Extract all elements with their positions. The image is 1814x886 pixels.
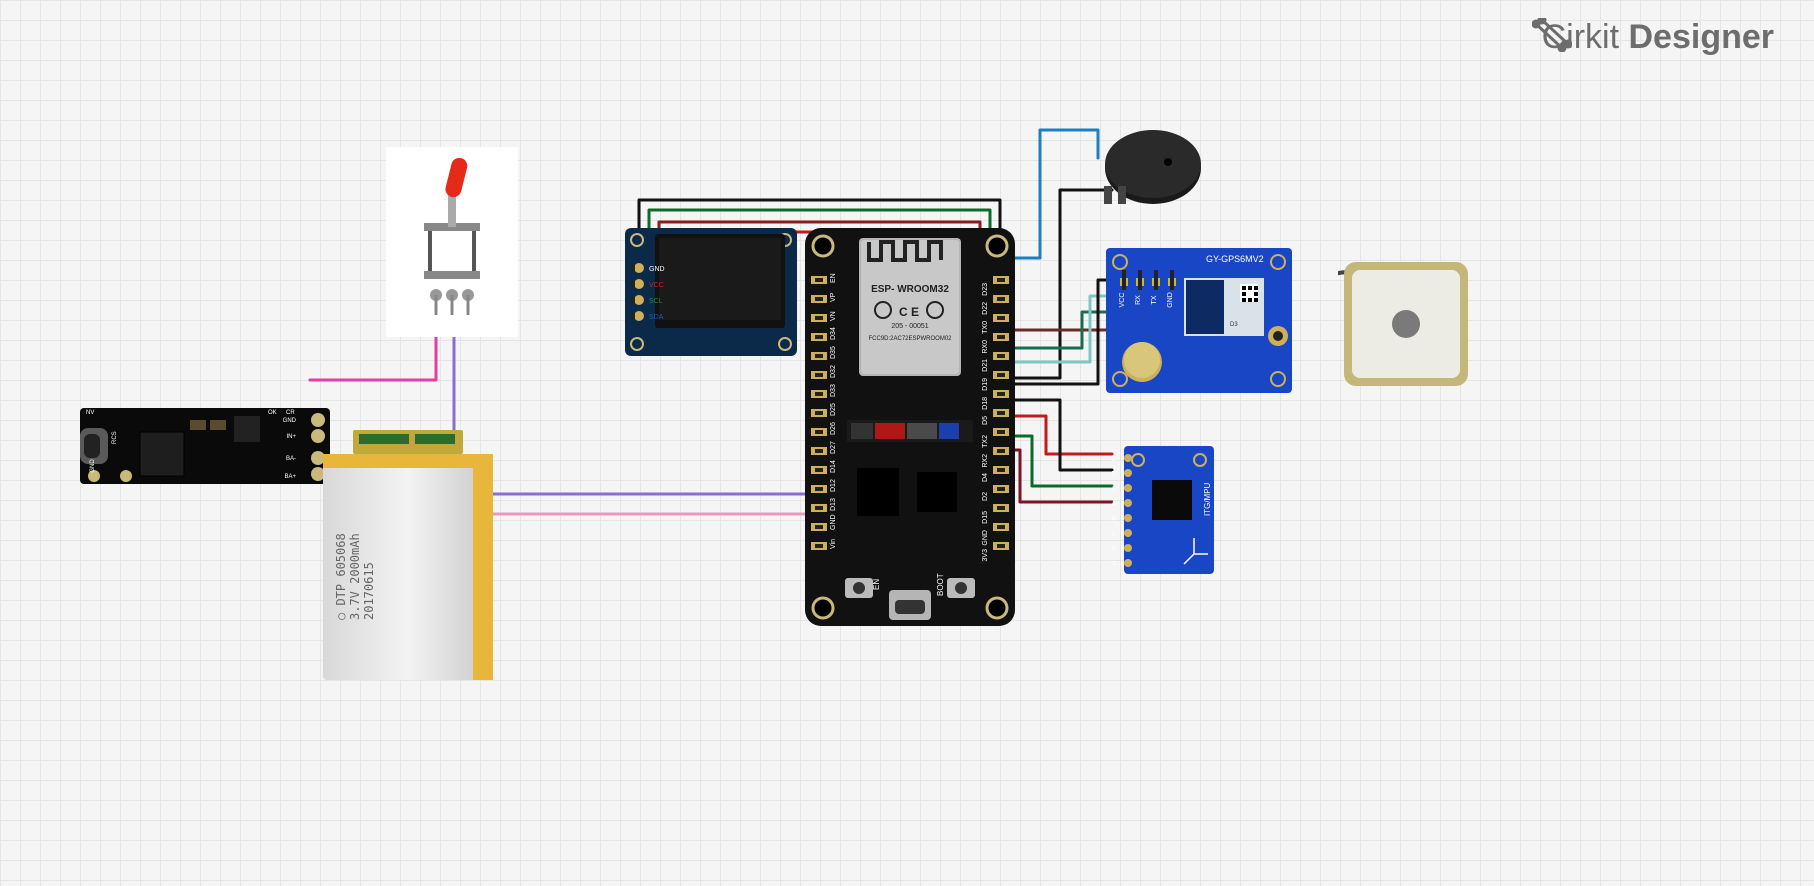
svg-text:SCL: SCL [1112, 486, 1116, 493]
svg-text:○ DTP 605068: ○ DTP 605068 [334, 533, 348, 620]
svg-text:D4: D4 [982, 473, 989, 482]
svg-text:XCL: XCL [1112, 531, 1116, 538]
svg-text:D21: D21 [982, 359, 989, 372]
svg-text:XDA: XDA [1112, 516, 1116, 523]
svg-text:GND: GND [90, 459, 96, 473]
svg-text:D33: D33 [830, 384, 837, 397]
svg-text:C E: C E [899, 305, 919, 319]
svg-text:FCC9D:2AC72ESPWROOM02: FCC9D:2AC72ESPWROOM02 [868, 336, 952, 342]
svg-text:GND: GND [1112, 471, 1116, 478]
esp32-shield-label: ESP- WROOM32 [871, 284, 949, 295]
svg-text:GND: GND [1167, 292, 1174, 308]
wire-battery-to-esp-vin [470, 480, 820, 514]
svg-text:EN: EN [872, 579, 881, 590]
svg-text:D22: D22 [982, 302, 989, 315]
svg-text:RX: RX [1135, 295, 1142, 305]
svg-text:AD0: AD0 [1112, 546, 1116, 553]
svg-text:BA-: BA- [286, 456, 296, 462]
svg-text:GND: GND [649, 266, 665, 273]
svg-text:20170615: 20170615 [362, 562, 376, 620]
svg-text:CR: CR [286, 410, 295, 416]
svg-text:D32: D32 [830, 365, 837, 378]
wire-buzzer-gnd [1002, 190, 1112, 378]
svg-text:GND: GND [982, 530, 989, 546]
svg-text:ITG/MPU: ITG/MPU [1203, 482, 1212, 516]
wire-buzzer-sig [1002, 130, 1098, 258]
svg-text:D27: D27 [830, 441, 837, 454]
wire-imu-sda [1002, 450, 1112, 502]
svg-text:BOOT: BOOT [936, 573, 945, 596]
svg-text:VCC: VCC [1119, 293, 1126, 308]
svg-text:SDA: SDA [1112, 501, 1116, 508]
svg-text:205 - 00051: 205 - 00051 [891, 323, 928, 330]
svg-text:VP: VP [830, 292, 837, 302]
svg-text:INT: INT [1112, 561, 1117, 568]
svg-text:GND: GND [830, 514, 837, 530]
svg-text:RX0: RX0 [982, 340, 989, 354]
svg-text:D13: D13 [830, 498, 837, 511]
svg-text:D2: D2 [982, 492, 989, 501]
svg-text:TX0: TX0 [982, 321, 989, 334]
svg-text:D14: D14 [830, 460, 837, 473]
svg-text:3.7V 2000mAh: 3.7V 2000mAh [348, 533, 362, 620]
svg-text:D15: D15 [982, 511, 989, 524]
svg-text:NV: NV [86, 410, 94, 416]
svg-text:EN: EN [830, 273, 837, 283]
svg-text:GY-GPS6MV2: GY-GPS6MV2 [1206, 254, 1264, 264]
svg-text:OK: OK [268, 410, 277, 416]
svg-text:TX: TX [1151, 295, 1158, 304]
svg-text:SCL: SCL [649, 298, 663, 305]
svg-text:BA+: BA+ [284, 474, 296, 480]
svg-text:RX2: RX2 [982, 454, 989, 468]
svg-text:VN: VN [830, 311, 837, 321]
svg-text:3V3: 3V3 [982, 549, 989, 562]
svg-text:D18: D18 [982, 397, 989, 410]
svg-text:VCC: VCC [649, 282, 664, 289]
svg-text:D3: D3 [1230, 322, 1238, 328]
svg-text:Vin: Vin [830, 539, 837, 549]
svg-text:D23: D23 [982, 283, 989, 296]
svg-text:D25: D25 [830, 403, 837, 416]
svg-text:D19: D19 [982, 378, 989, 391]
svg-text:SDA: SDA [649, 314, 664, 321]
svg-text:D35: D35 [830, 346, 837, 359]
svg-text:GND: GND [283, 418, 297, 424]
svg-text:IN+: IN+ [286, 434, 296, 440]
circuit-canvas[interactable]: Cirkit Designer [0, 0, 1814, 886]
svg-text:D34: D34 [830, 327, 837, 340]
svg-text:D26: D26 [830, 422, 837, 435]
svg-text:TX2: TX2 [982, 435, 989, 448]
svg-text:D5: D5 [982, 416, 989, 425]
svg-text:D12: D12 [830, 479, 837, 492]
svg-text:VCC: VCC [1112, 456, 1116, 463]
svg-text:RCS: RCS [112, 431, 118, 444]
